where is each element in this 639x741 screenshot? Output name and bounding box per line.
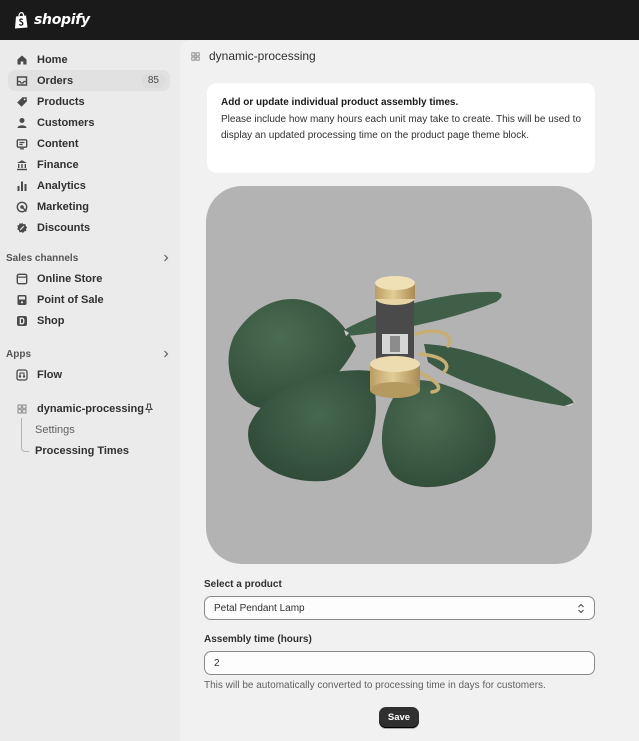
- assembly-time-input[interactable]: 2: [204, 651, 595, 675]
- chevron-right-icon: [164, 254, 169, 262]
- bank-icon: [16, 159, 28, 171]
- apps-header[interactable]: Apps: [6, 346, 170, 362]
- info-text: Please include how many hours each unit …: [221, 114, 582, 141]
- page-header: dynamic-processing: [190, 49, 316, 63]
- sidebar-subitem-settings[interactable]: Settings: [8, 419, 170, 440]
- sidebar-item-online-store[interactable]: Online Store: [8, 268, 170, 289]
- sidebar-item-shop[interactable]: Shop: [8, 310, 170, 331]
- select-chevron-icon: [578, 603, 584, 614]
- sidebar-item-home[interactable]: Home: [8, 49, 170, 70]
- sidebar-item-products[interactable]: Products: [8, 91, 170, 112]
- person-icon: [16, 117, 28, 129]
- sidebar-subitem-processing-times[interactable]: Processing Times: [8, 440, 170, 461]
- sidebar: Home Orders 85 Products Customers Conten…: [0, 40, 180, 741]
- sales-channels-header[interactable]: Sales channels: [6, 250, 170, 266]
- main-content: dynamic-processing Add or update individ…: [180, 40, 639, 741]
- sidebar-item-customers[interactable]: Customers: [8, 112, 170, 133]
- content-icon: [16, 138, 28, 150]
- sidebar-item-content[interactable]: Content: [8, 133, 170, 154]
- product-select-value: Petal Pendant Lamp: [214, 602, 305, 614]
- flow-icon: [16, 368, 28, 381]
- sidebar-item-flow[interactable]: Flow: [8, 364, 170, 385]
- orders-count-badge: 85: [141, 74, 165, 88]
- app-grid-icon: [191, 51, 200, 61]
- save-button[interactable]: Save: [379, 707, 419, 728]
- chevron-right-icon: [164, 350, 169, 358]
- brand-name: shopify: [34, 12, 90, 28]
- page-title: dynamic-processing: [209, 49, 316, 63]
- assembly-time-label: Assembly time (hours): [204, 634, 312, 645]
- sidebar-item-analytics[interactable]: Analytics: [8, 175, 170, 196]
- shopify-logo[interactable]: shopify: [14, 11, 90, 29]
- info-card: Add or update individual product assembl…: [207, 83, 595, 173]
- tag-icon: [16, 96, 28, 108]
- product-image: [206, 186, 592, 564]
- inbox-icon: [16, 75, 28, 87]
- bar-chart-icon: [16, 180, 28, 192]
- info-title: Add or update individual product assembl…: [221, 97, 459, 108]
- home-icon: [16, 54, 28, 66]
- sidebar-item-dynamic-processing[interactable]: dynamic-processing: [8, 398, 170, 419]
- store-icon: [16, 273, 28, 285]
- product-select[interactable]: Petal Pendant Lamp: [204, 596, 595, 620]
- sidebar-item-point-of-sale[interactable]: Point of Sale: [8, 289, 170, 310]
- shopify-bag-icon: [15, 11, 28, 28]
- assembly-time-help: This will be automatically converted to …: [204, 680, 546, 691]
- sidebar-item-marketing[interactable]: Marketing: [8, 196, 170, 217]
- shop-icon: [16, 315, 28, 327]
- sidebar-item-discounts[interactable]: Discounts: [8, 217, 170, 238]
- pin-icon[interactable]: [144, 403, 154, 414]
- assembly-time-value: 2: [214, 657, 220, 669]
- petal-lamp-illustration: [228, 276, 576, 488]
- top-bar: shopify: [0, 0, 639, 40]
- discount-icon: [16, 222, 28, 234]
- sidebar-item-finance[interactable]: Finance: [8, 154, 170, 175]
- app-grid-icon: [16, 403, 28, 415]
- product-select-label: Select a product: [204, 579, 282, 590]
- pos-icon: [16, 294, 28, 306]
- target-icon: [16, 201, 28, 213]
- sidebar-item-orders[interactable]: Orders 85: [8, 70, 170, 91]
